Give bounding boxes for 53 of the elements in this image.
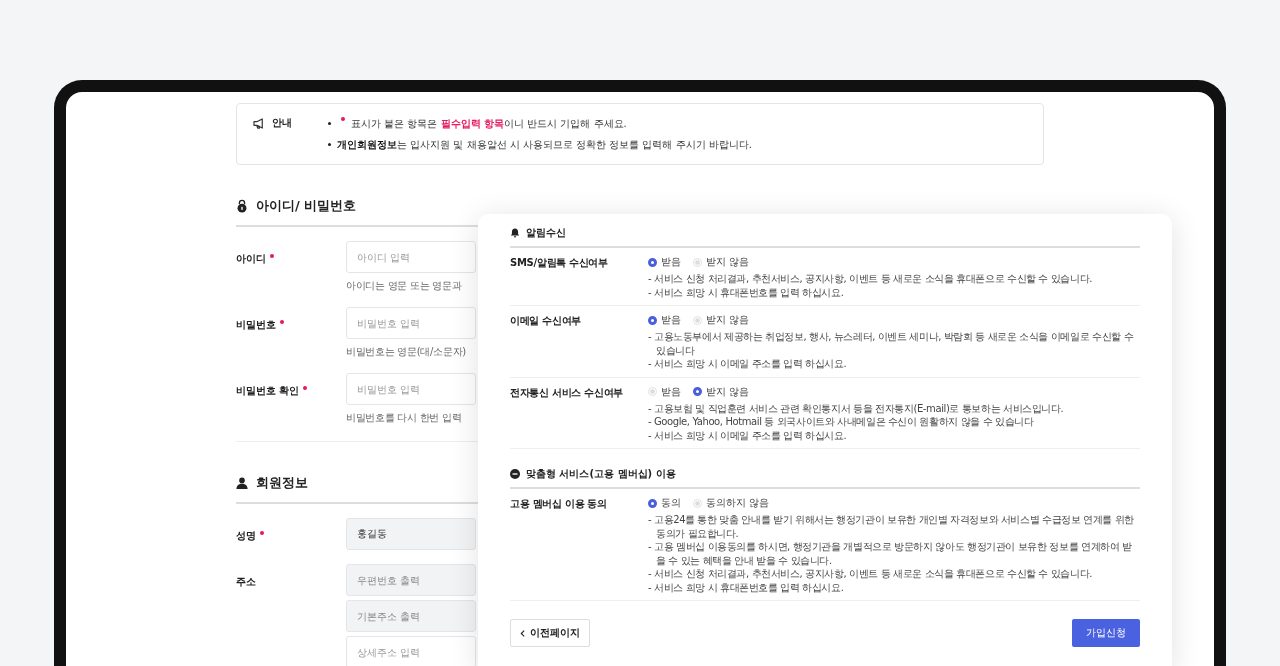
field-label: 아이디	[236, 252, 266, 266]
field-label: 성명	[236, 529, 256, 543]
radio-option[interactable]: 받음	[648, 255, 681, 269]
required-mark-icon	[341, 116, 345, 121]
row-label: 전자통신 서비스 수신여부	[510, 385, 625, 400]
radio-option[interactable]: 받지 않음	[693, 313, 750, 327]
notice-text: 표시가 붙은 항목은 필수입력 항목이니 반드시 기입해 주세요.	[337, 116, 627, 131]
bullet-icon	[328, 122, 331, 125]
field-label: 비밀번호	[236, 318, 276, 332]
section-title: 아이디/ 비밀번호	[256, 197, 357, 215]
row-label: 고용 멤버십 이용 동의	[510, 497, 608, 511]
notice-label: 안내	[272, 116, 292, 130]
input-field[interactable]: 상세주소 입력	[346, 636, 476, 666]
input-field[interactable]: 비밀번호 입력	[346, 307, 476, 339]
submit-button[interactable]: 가입신청	[1072, 619, 1140, 647]
note-text: - 서비스 신청 처리결과, 추천서비스, 공지사항, 이벤트 등 새로운 소식을 휴대폰으로 수신할 수 있습니다.	[648, 272, 1094, 286]
megaphone-icon	[253, 117, 266, 129]
field-hint: 비밀번호를 다시 한번 입력	[346, 411, 463, 425]
note-text: - 서비스 신청 처리결과, 추천서비스, 공지사항, 이벤트 등 새로운 소식을 휴대폰으로 수신할 수 있습니다.	[648, 567, 1094, 581]
note-text: - 서비스 희망 시 이메일 주소를 입력 하십시요.	[648, 428, 848, 442]
note-text: - 서비스 희망 시 이메일 주소를 입력 하십시요.	[648, 357, 848, 371]
minus-circle-icon	[510, 469, 520, 479]
note-text: - 서비스 희망 시 휴대폰번호를 입력 하십시요.	[648, 580, 845, 594]
row-label: 이메일 수신여부	[510, 314, 583, 328]
radio-option[interactable]: 받음	[648, 384, 681, 399]
section-title: 알림수신	[526, 226, 566, 240]
row-label: SMS/알림톡 수신여부	[510, 256, 609, 270]
note-text: - Google, Yahoo, Hotmail 등 외국사이트와 사내메일은 수신이 원활하지 않을 수 있습니다	[648, 415, 1035, 429]
note-text: - 고용노동부에서 제공하는 취업정보, 행사, 뉴스레터, 이벤트 세미나, 박람회 등 새로운 소식을 이메일로 수신할 수 있습니다	[648, 330, 1135, 357]
input-field[interactable]: 비밀번호 입력	[346, 373, 476, 405]
field-label: 비밀번호 확인	[236, 384, 300, 398]
radio-option[interactable]: 동의하지 않음	[693, 496, 770, 510]
notice-text: 개인회원정보는 입사지원 및 채용알선 시 사용되므로 정확한 정보를 입력해 주시기 바랍니다.	[337, 137, 752, 152]
section-title: 맞춤형 서비스(고용 멤버십) 이용	[526, 467, 676, 481]
radio-option[interactable]: 동의	[648, 496, 681, 510]
note-text: - 고용보험 및 직업훈련 서비스 관련 확인통지서 등을 전자통지(E-mail)로 통보하는 서비스입니다.	[648, 401, 1065, 415]
field-label: 주소	[236, 575, 256, 589]
chevron-left-icon	[520, 629, 525, 637]
note-text: - 고용24를 통한 맞춤 안내를 받기 위해서는 행정기관이 보유한 개인별 자격정보와 서비스별 수급정보 연계를 위한 동의가 필요합니다.	[648, 513, 1136, 540]
radio-option[interactable]: 받음	[648, 313, 681, 327]
field-hint: 아이디는 영문 또는 영문과	[346, 279, 463, 293]
bullet-icon	[328, 143, 331, 146]
bell-icon	[510, 228, 520, 238]
field-hint: 비밀번호는 영문(대/소문자)	[346, 345, 467, 359]
note-text: - 고용 멤버십 이용동의를 하시면, 행정기관을 개별적으로 방문하지 않아도 행정기관이 보유한 정보를 연계하여 받을 수 있는 혜택을 안내 받을 수 있습니다.	[648, 540, 1133, 567]
note-text: - 서비스 희망 시 휴대폰번호를 입력 하십시요.	[648, 285, 845, 299]
input-field[interactable]: 아이디 입력	[346, 241, 476, 273]
radio-option[interactable]: 받지 않음	[693, 384, 750, 399]
back-button[interactable]: 이전페이지	[510, 619, 590, 647]
person-icon	[236, 477, 248, 489]
radio-option[interactable]: 받지 않음	[693, 255, 750, 269]
section-title: 회원정보	[256, 474, 308, 492]
lock-icon	[236, 199, 248, 213]
